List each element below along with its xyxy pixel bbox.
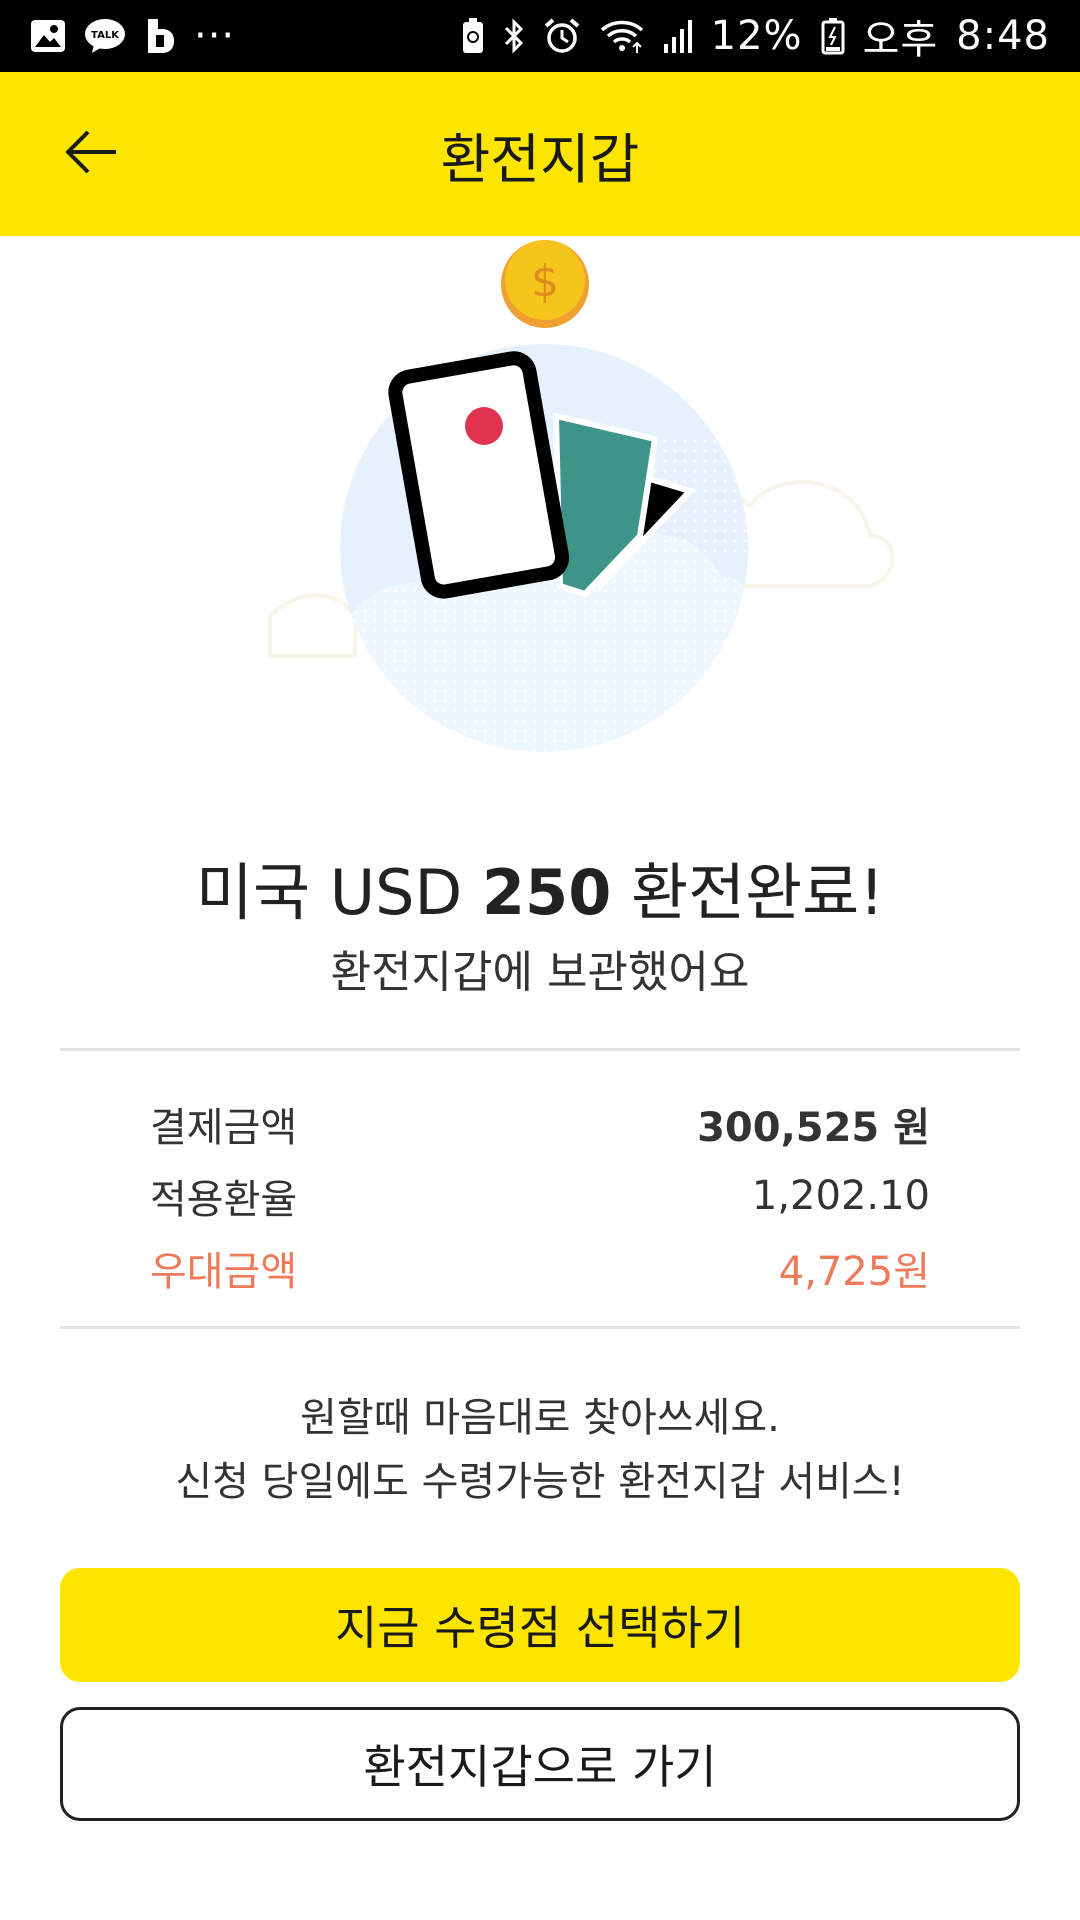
exchange-status: 환전완료! [631, 856, 885, 929]
more-dots-icon: ··· [194, 13, 236, 59]
cloud-outline-left [268, 593, 357, 658]
gallery-icon [30, 19, 66, 53]
country-name: 미국 [195, 856, 310, 929]
exchange-result-headline: 미국 USD 250 환전완료! [0, 842, 1080, 932]
status-right-icons: 12% 오후 8:48 [461, 7, 1050, 65]
battery-percent: 12% [710, 13, 803, 59]
select-pickup-branch-button[interactable]: 지금 수령점 선택하기 [60, 1568, 1020, 1682]
red-dot [465, 407, 503, 445]
bluetooth-icon [503, 17, 525, 55]
exchange-amount: 250 [481, 856, 612, 929]
notice-line-1: 원할때 마음대로 찾아쓰세요. [300, 1395, 780, 1441]
coin-icon: $ [501, 240, 589, 328]
status-left-icons: TALK ··· [30, 13, 235, 59]
service-notice: 원할때 마음대로 찾아쓰세요. 신청 당일에도 수령가능한 환전지갑 서비스! [0, 1386, 1080, 1514]
white-card [388, 351, 570, 599]
payment-amount-label: 결제금액 [150, 1105, 298, 1151]
battery-icon [821, 17, 845, 55]
battery-saver-icon [461, 17, 485, 55]
payment-amount-value: 300,525 원 [697, 1105, 930, 1151]
summary-row-payment: 결제금액 300,525 원 [150, 1088, 930, 1160]
summary-row-discount: 우대금액 4,725원 [150, 1232, 930, 1304]
svg-text:TALK: TALK [91, 30, 120, 41]
applied-rate-label: 적용환율 [150, 1177, 298, 1223]
signal-icon [663, 18, 693, 54]
status-time: 8:48 [956, 13, 1050, 59]
svg-text:$: $ [531, 256, 559, 307]
applied-rate-value: 1,202.10 [751, 1173, 930, 1219]
status-bar: TALK ··· 12% 오후 8:48 [0, 0, 1080, 72]
kakaotalk-icon: TALK [84, 17, 126, 55]
back-button[interactable] [52, 114, 132, 194]
discount-amount-label: 우대금액 [150, 1249, 298, 1295]
currency-code: USD [329, 856, 463, 929]
payment-summary: 결제금액 300,525 원 적용환율 1,202.10 우대금액 4,725원 [150, 1088, 930, 1304]
arrow-left-icon [64, 128, 120, 180]
wifi-icon [599, 17, 645, 55]
app-bar: 환전지갑 [0, 72, 1080, 236]
summary-row-rate: 적용환율 1,202.10 [150, 1160, 930, 1232]
divider-top [60, 1048, 1020, 1051]
discount-amount-value: 4,725원 [778, 1249, 930, 1295]
wallet-illustration: $ [0, 236, 1080, 796]
page-title: 환전지갑 [440, 127, 640, 191]
band-icon [144, 17, 176, 55]
go-to-wallet-button[interactable]: 환전지갑으로 가기 [60, 1707, 1020, 1821]
notice-line-2: 신청 당일에도 수령가능한 환전지갑 서비스! [175, 1459, 905, 1505]
divider-bottom [60, 1326, 1020, 1329]
status-ampm: 오후 [862, 17, 939, 63]
exchange-result-subtitle: 환전지갑에 보관했어요 [330, 947, 750, 998]
alarm-icon [543, 17, 581, 55]
